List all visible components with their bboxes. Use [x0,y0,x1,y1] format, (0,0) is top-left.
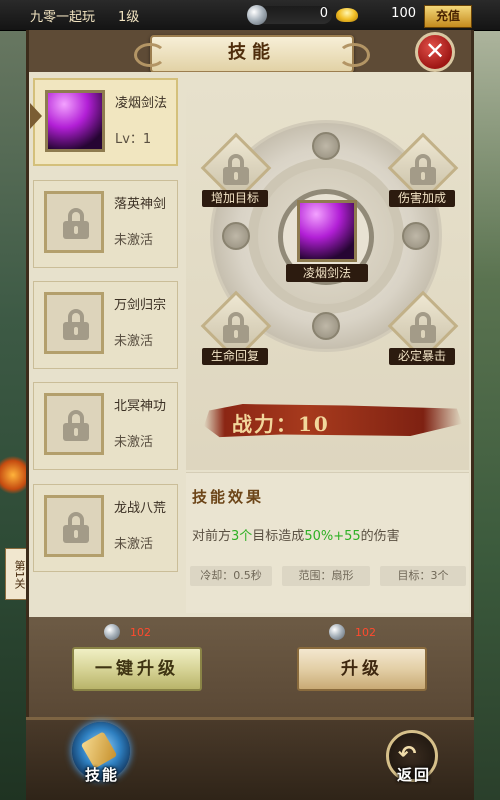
silver-amount: 0 [319,6,328,21]
skill-nav-label: 技能 [84,766,119,784]
lock-icon [223,154,249,185]
skill-slot-locked [44,292,104,354]
skill-slot-locked [44,393,104,455]
skill-status: 未激活 [114,233,154,248]
skill-name: 龙战八荒 [114,501,167,516]
skill-list-item-beiming[interactable]: 北冥神功 未激活 [33,382,178,470]
lock-icon [63,410,89,441]
coin-ornament-icon [312,312,340,340]
talent-node-label: 必定暴击 [389,348,455,365]
upgrade-button[interactable]: 升级 [297,647,427,691]
background-scene-right [470,0,500,800]
gold-amount: 100 [391,6,416,21]
skill-name: 万剑归宗 [114,298,167,313]
talent-node-add-target[interactable]: 增加目标 [198,132,272,212]
sword-slash-icon[interactable] [297,200,357,262]
silver-coin-icon [104,624,120,640]
recharge-button[interactable]: 充值 [424,5,472,28]
brazier-fire-decoration [0,455,26,495]
lock-icon [63,208,89,239]
talent-node-label: 伤害加成 [389,190,455,207]
coin-ornament-icon [402,222,430,250]
coin-ornament-icon [222,222,250,250]
back-label: 返回 [396,766,431,784]
skill-list-item-wanjian[interactable]: 万剑归宗 未激活 [33,281,178,369]
panel-title-banner: 技能 [134,35,370,73]
coin-ornament-icon [312,132,340,160]
skill-effect-title: 技能效果 [192,488,265,506]
player-name: 九零一起玩 [30,10,96,25]
onekey-upgrade-button[interactable]: 一键升级 [72,647,202,691]
lock-icon [410,154,436,185]
lock-icon [223,312,249,343]
range-stat: 范围：扇形 [282,566,370,586]
talent-node-label: 增加目标 [202,190,268,207]
upgrade-cost: 102 [355,626,376,639]
skill-status: 未激活 [114,537,154,552]
target-stat: 目标：3个 [380,566,466,586]
gold-ingot-icon [336,8,358,22]
panel-title: 技能 [228,42,276,63]
skill-list-item-longzhan[interactable]: 龙战八荒 未激活 [33,484,178,572]
close-icon[interactable]: ✕ [415,32,455,72]
skill-name: 落英神剑 [114,197,167,212]
silver-coin-icon [329,624,345,640]
skill-list-item-lingyan[interactable]: 凌烟剑法 Lv：1 [33,78,178,166]
sword-slash-icon [45,90,105,152]
cooldown-stat: 冷却：0.5秒 [190,566,272,586]
skill-level: Lv：1 [115,132,152,147]
talent-node-sure-crit[interactable]: 必定暴击 [385,290,459,370]
lock-icon [410,312,436,343]
combat-power: 战力：10 [232,412,330,436]
lock-icon [63,309,89,340]
silver-coin-icon [247,5,267,25]
player-level: 1级 [118,10,140,25]
top-status-bar: 九零一起玩 1级 0 100 充值 [0,0,500,31]
skill-status: 未激活 [114,435,154,450]
talent-node-label: 生命回复 [202,348,268,365]
skill-name: 凌烟剑法 [115,96,168,111]
skill-effect-description: 对前方3个目标造成50%+55的伤害 [192,529,400,544]
stage-side-tab[interactable]: 第1关 [5,548,27,600]
skill-status: 未激活 [114,334,154,349]
onekey-upgrade-cost: 102 [130,626,151,639]
skill-slot-locked [44,191,104,253]
skill-list: 凌烟剑法 Lv：1 落英神剑 未激活 万剑归宗 未激活 北冥神功 未激活 龙战八… [30,76,182,614]
skill-name: 北冥神功 [114,399,167,414]
skill-list-item-luoying[interactable]: 落英神剑 未激活 [33,180,178,268]
center-skill-label: 凌烟剑法 [286,264,368,282]
talent-node-life-regen[interactable]: 生命回复 [198,290,272,370]
lock-icon [63,512,89,543]
selection-arrow-icon [30,103,42,129]
talent-node-damage-bonus[interactable]: 伤害加成 [385,132,459,212]
skill-slot-locked [44,495,104,557]
